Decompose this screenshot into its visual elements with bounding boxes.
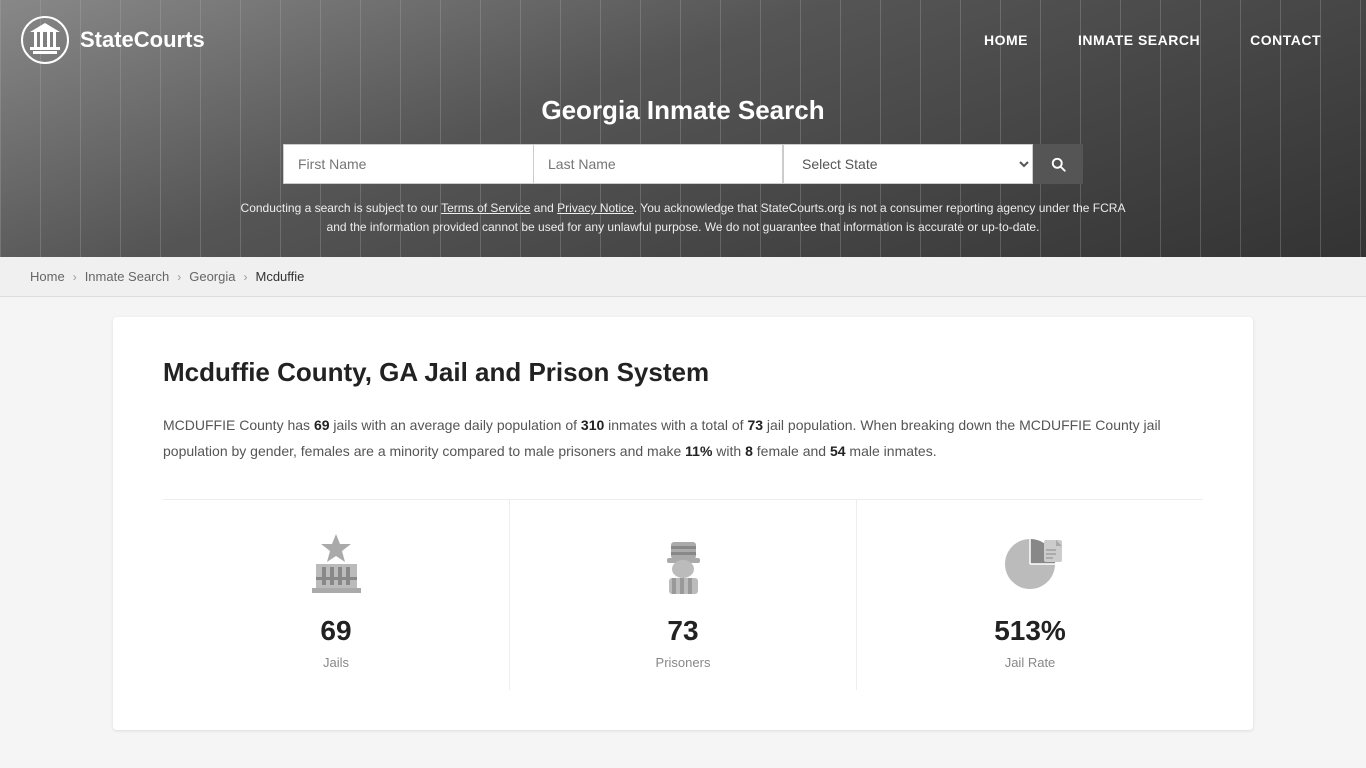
desc-prefix: MCDUFFIE County has	[163, 417, 314, 433]
header: StateCourts HOME INMATE SEARCH CONTACT G…	[0, 0, 1366, 257]
jail-building-svg	[304, 532, 369, 597]
stat-prisoners-label: Prisoners	[656, 655, 711, 670]
desc-suffix: male inmates.	[846, 443, 937, 459]
stat-prisoners: 73 Prisoners	[510, 500, 857, 690]
disclaimer: Conducting a search is subject to our Te…	[233, 199, 1133, 237]
site-name: StateCourts	[80, 27, 205, 53]
county-title: Mcduffie County, GA Jail and Prison Syst…	[163, 357, 1203, 388]
desc-male-count: 54	[830, 443, 846, 459]
prisoner-svg	[651, 532, 716, 597]
stat-jail-rate: 513% Jail Rate	[857, 500, 1203, 690]
header-content: StateCourts HOME INMATE SEARCH CONTACT G…	[0, 0, 1366, 257]
nav-links: HOME INMATE SEARCH CONTACT	[959, 22, 1346, 58]
stat-prisoners-number: 73	[667, 615, 698, 647]
stat-jails-number: 69	[320, 615, 351, 647]
search-button[interactable]	[1033, 144, 1083, 184]
desc-mid5: female and	[753, 443, 830, 459]
breadcrumb-sep-2: ›	[177, 270, 181, 284]
desc-mid2: inmates with a total of	[604, 417, 747, 433]
logo-link[interactable]: StateCourts	[20, 15, 205, 65]
content-card: Mcduffie County, GA Jail and Prison Syst…	[113, 317, 1253, 729]
stat-jail-rate-number: 513%	[994, 615, 1066, 647]
last-name-input[interactable]	[533, 144, 783, 184]
state-select[interactable]: Select StateAlabamaAlaskaArizonaArkansas…	[783, 144, 1033, 184]
county-description: MCDUFFIE County has 69 jails with an ave…	[163, 413, 1203, 463]
breadcrumb-sep-3: ›	[243, 270, 247, 284]
logo-icon	[20, 15, 70, 65]
desc-mid1: jails with an average daily population o…	[330, 417, 581, 433]
nav-inmate-search[interactable]: INMATE SEARCH	[1053, 22, 1225, 58]
nav-inmate-search-link[interactable]: INMATE SEARCH	[1053, 22, 1225, 58]
stat-jail-rate-label: Jail Rate	[1005, 655, 1056, 670]
nav-home-link[interactable]: HOME	[959, 22, 1053, 58]
pie-chart-svg	[998, 532, 1063, 597]
breadcrumb-state[interactable]: Georgia	[189, 269, 235, 284]
desc-total-pop: 73	[747, 417, 763, 433]
search-title: Georgia Inmate Search	[20, 95, 1346, 126]
terms-link[interactable]: Terms of Service	[441, 201, 530, 215]
main-content: Mcduffie County, GA Jail and Prison Syst…	[83, 317, 1283, 729]
nav-home[interactable]: HOME	[959, 22, 1053, 58]
stat-jails-label: Jails	[323, 655, 349, 670]
desc-mid4: with	[712, 443, 745, 459]
jail-icon	[301, 530, 371, 600]
desc-jails: 69	[314, 417, 330, 433]
privacy-link[interactable]: Privacy Notice	[557, 201, 634, 215]
search-form: Select StateAlabamaAlaskaArizonaArkansas…	[20, 144, 1346, 184]
desc-female-count: 8	[745, 443, 753, 459]
breadcrumb: Home › Inmate Search › Georgia › Mcduffi…	[0, 257, 1366, 297]
desc-avg-pop: 310	[581, 417, 604, 433]
breadcrumb-sep-1: ›	[73, 270, 77, 284]
nav-contact[interactable]: CONTACT	[1225, 22, 1346, 58]
stat-jails: 69 Jails	[163, 500, 510, 690]
navbar: StateCourts HOME INMATE SEARCH CONTACT	[0, 0, 1366, 80]
breadcrumb-county: Mcduffie	[255, 269, 304, 284]
nav-contact-link[interactable]: CONTACT	[1225, 22, 1346, 58]
chart-icon	[995, 530, 1065, 600]
search-area: Georgia Inmate Search Select StateAlabam…	[0, 80, 1366, 257]
desc-female-pct: 11%	[685, 443, 712, 459]
stats-row: 69 Jails	[163, 499, 1203, 690]
search-icon	[1049, 155, 1067, 173]
breadcrumb-inmate-search[interactable]: Inmate Search	[85, 269, 170, 284]
breadcrumb-home[interactable]: Home	[30, 269, 65, 284]
first-name-input[interactable]	[283, 144, 533, 184]
prisoner-icon	[648, 530, 718, 600]
